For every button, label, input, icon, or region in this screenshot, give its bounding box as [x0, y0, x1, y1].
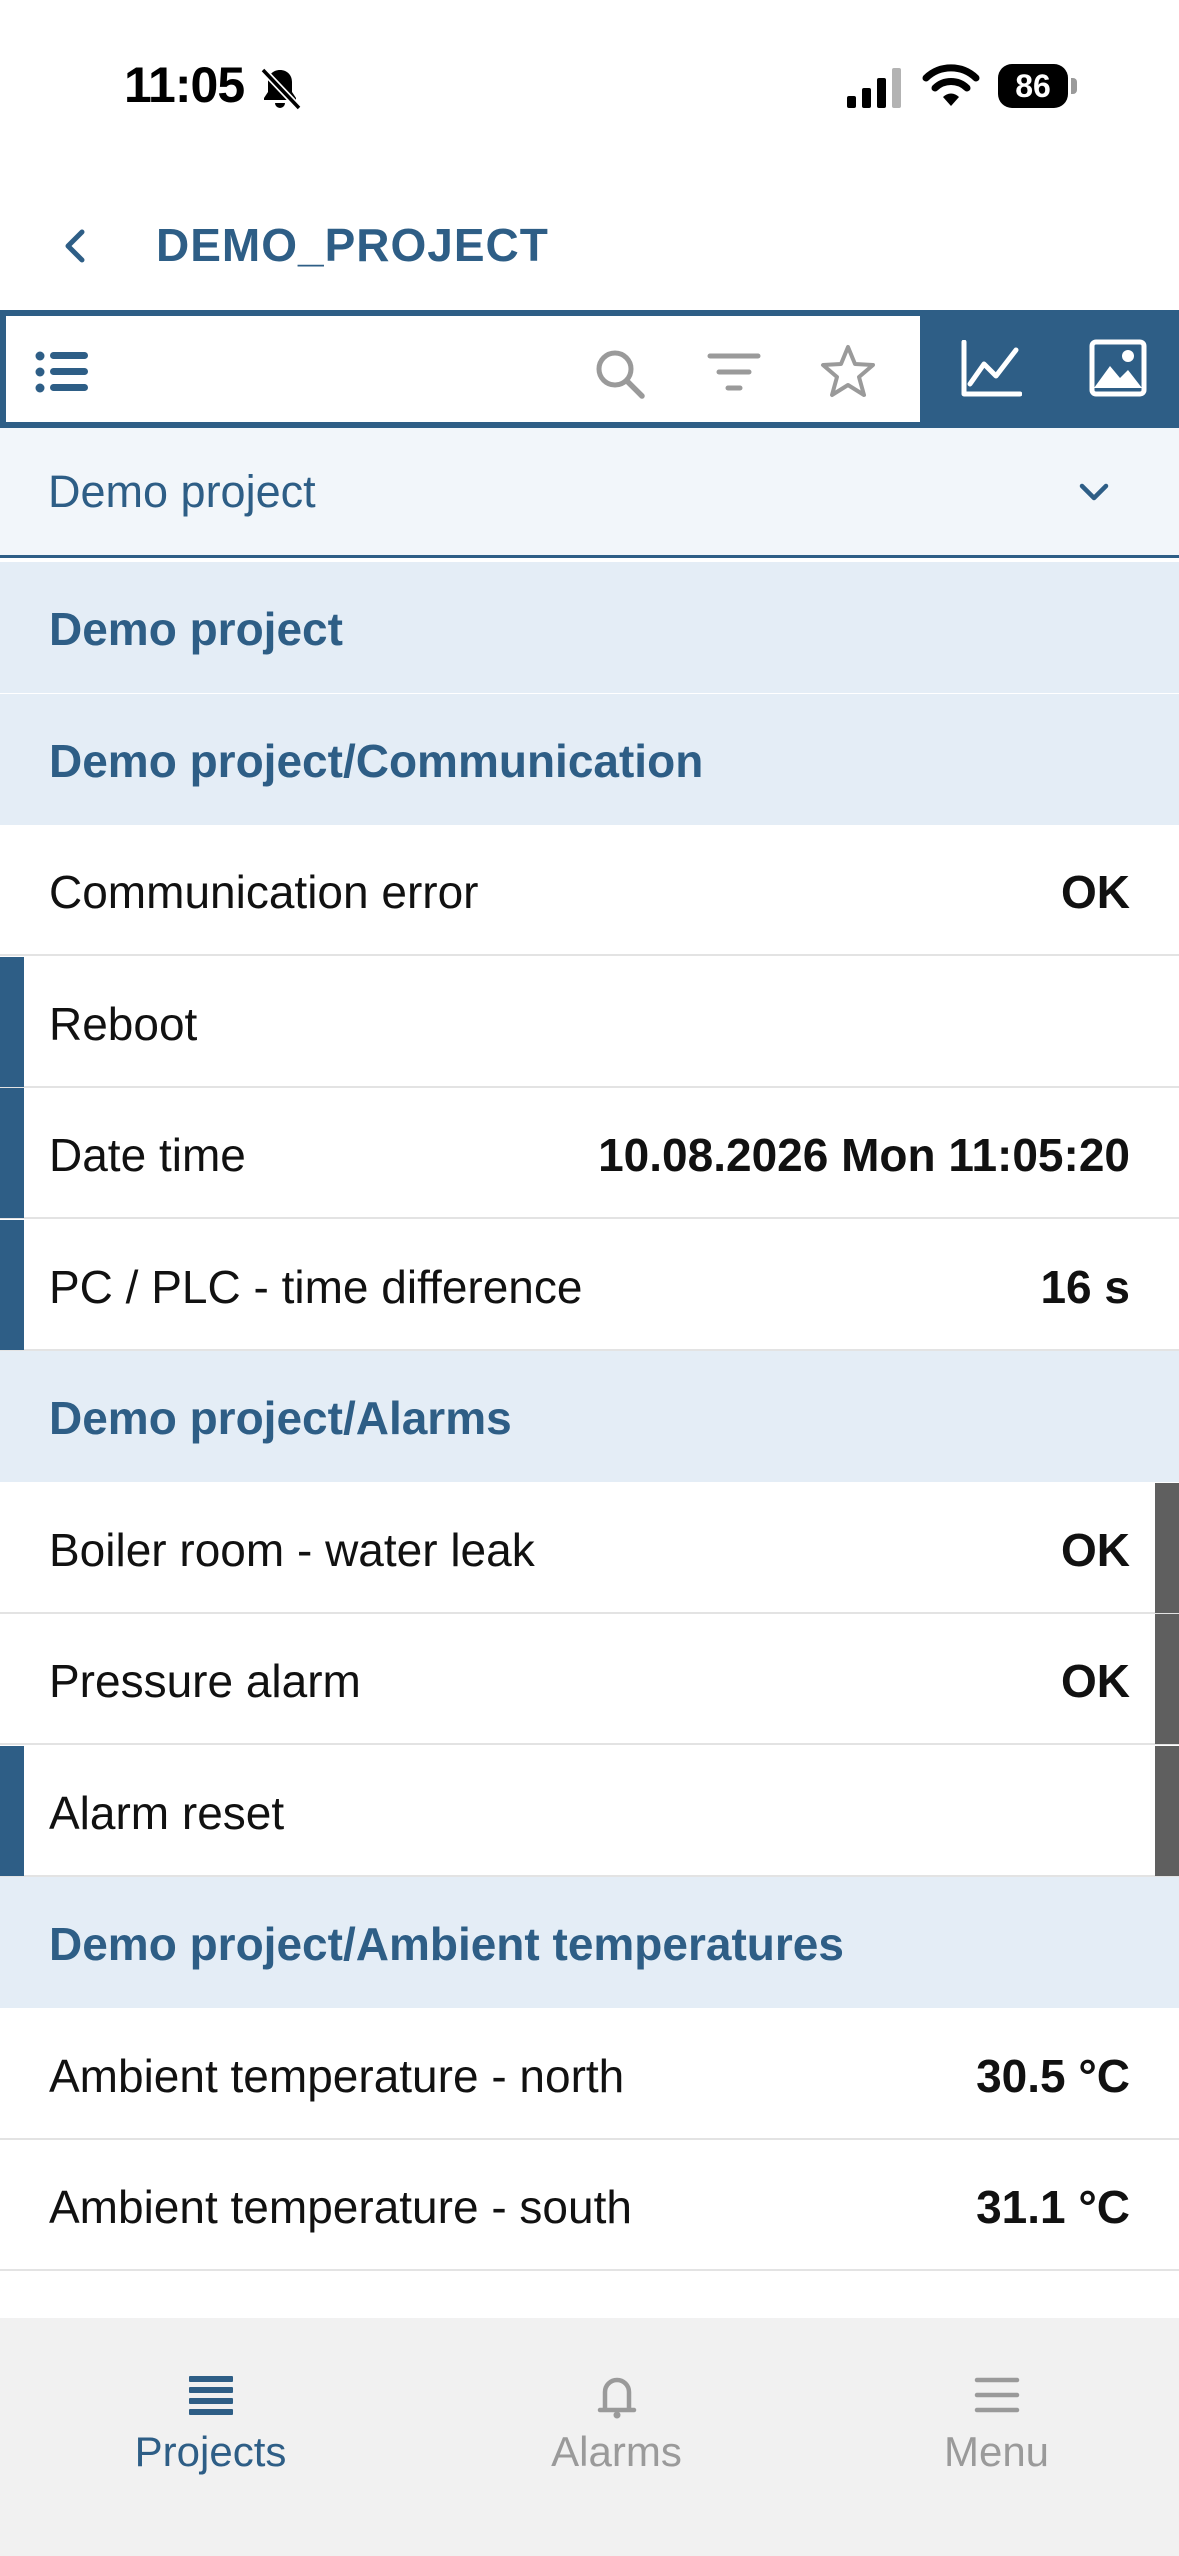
project-selector[interactable]: Demo project	[0, 428, 1179, 558]
page-title: DEMO_PROJECT	[156, 219, 549, 271]
battery-level: 86	[998, 64, 1068, 108]
chevron-left-icon[interactable]	[58, 226, 92, 266]
row-value: OK	[1061, 866, 1130, 918]
tab-menu[interactable]: Menu	[800, 2318, 1179, 2556]
row-label: Demo project/Communication	[49, 735, 704, 787]
projects-icon	[188, 2376, 233, 2415]
tab-projects[interactable]: Projects	[14, 2318, 407, 2556]
cellular-signal-icon	[847, 68, 901, 108]
row-label: Demo project/Alarms	[49, 1392, 512, 1444]
row-label: Ambient temperature - north	[49, 2050, 625, 2102]
toolbar	[0, 310, 1179, 428]
star-icon[interactable]	[818, 342, 878, 402]
row-label: PC / PLC - time difference	[49, 1261, 583, 1313]
tab-label: Menu	[943, 2428, 1050, 2475]
tab-bar: Projects Alarms Menu	[0, 2318, 1179, 2556]
row-label: Alarm reset	[49, 1787, 285, 1839]
list-icon[interactable]	[34, 348, 90, 396]
list-item-boiler-room-water-leak[interactable]: Boiler room - water leak OK	[0, 1483, 1179, 1614]
writable-indicator	[0, 957, 24, 1087]
row-value: 30.5 °C	[976, 2050, 1130, 2102]
bell-slash-icon	[260, 67, 302, 111]
filter-icon[interactable]	[706, 348, 762, 398]
alarm-indicator	[1155, 1483, 1179, 1613]
row-label: Demo project	[49, 603, 343, 655]
row-label: Demo project/Ambient temperatures	[49, 1918, 844, 1970]
writable-indicator	[0, 1746, 24, 1876]
toolbar-list-section	[6, 316, 920, 422]
list-item-pressure-alarm[interactable]: Pressure alarm OK	[0, 1614, 1179, 1745]
alarm-indicator	[1155, 1746, 1179, 1876]
menu-icon	[974, 2377, 1019, 2413]
row-label: Ambient temperature - south	[49, 2181, 632, 2233]
group-header-demo-project-ambient-temperatures: Demo project/Ambient temperatures	[0, 1877, 1179, 2008]
tab-label: Alarms	[551, 2428, 682, 2475]
writable-indicator	[0, 1220, 24, 1350]
row-value: 31.1 °C	[976, 2181, 1130, 2233]
tab-alarms[interactable]: Alarms	[420, 2318, 813, 2556]
list-item-date-time[interactable]: Date time 10.08.2026 Mon 11:05:20	[0, 1088, 1179, 1219]
status-bar: 11:05 86	[0, 0, 1179, 170]
group-header-demo-project: Demo project	[0, 562, 1179, 693]
alarm-indicator	[1155, 1614, 1179, 1744]
row-label: Pressure alarm	[49, 1655, 361, 1707]
row-label: Reboot	[49, 998, 198, 1050]
bell-icon	[597, 2377, 636, 2419]
list-item-reboot[interactable]: Reboot	[0, 957, 1179, 1088]
writable-indicator	[0, 1088, 24, 1218]
group-header-demo-project-communication: Demo project/Communication	[0, 694, 1179, 825]
list-item-communication-error[interactable]: Communication error OK	[0, 825, 1179, 956]
search-icon[interactable]	[592, 346, 648, 402]
tab-label: Projects	[134, 2428, 287, 2475]
row-value: OK	[1061, 1524, 1130, 1576]
row-value: 10.08.2026 Mon 11:05:20	[598, 1129, 1130, 1181]
app-header: DEMO_PROJECT	[0, 170, 1179, 310]
row-value: OK	[1061, 1655, 1130, 1707]
group-header-demo-project-alarms: Demo project/Alarms	[0, 1351, 1179, 1482]
chevron-down-icon[interactable]	[1076, 474, 1112, 510]
status-time: 11:05	[124, 57, 245, 113]
image-icon[interactable]	[1088, 338, 1148, 398]
battery-tip	[1071, 78, 1077, 94]
row-label: Communication error	[49, 866, 479, 918]
wifi-icon	[922, 64, 980, 106]
line-chart-icon[interactable]	[960, 340, 1022, 398]
row-label: Date time	[49, 1129, 246, 1181]
list-item-pc-plc-time-difference[interactable]: PC / PLC - time difference 16 s	[0, 1220, 1179, 1351]
row-label: Boiler room - water leak	[49, 1524, 535, 1576]
list-item-ambient-temperature-south[interactable]: Ambient temperature - south 31.1 °C	[0, 2140, 1179, 2271]
row-value: 16 s	[1040, 1261, 1130, 1313]
list-item-ambient-temperature-north[interactable]: Ambient temperature - north 30.5 °C	[0, 2009, 1179, 2140]
list-item-alarm-reset[interactable]: Alarm reset	[0, 1746, 1179, 1877]
selected-project: Demo project	[48, 466, 316, 517]
battery-icon: 86	[998, 64, 1078, 108]
